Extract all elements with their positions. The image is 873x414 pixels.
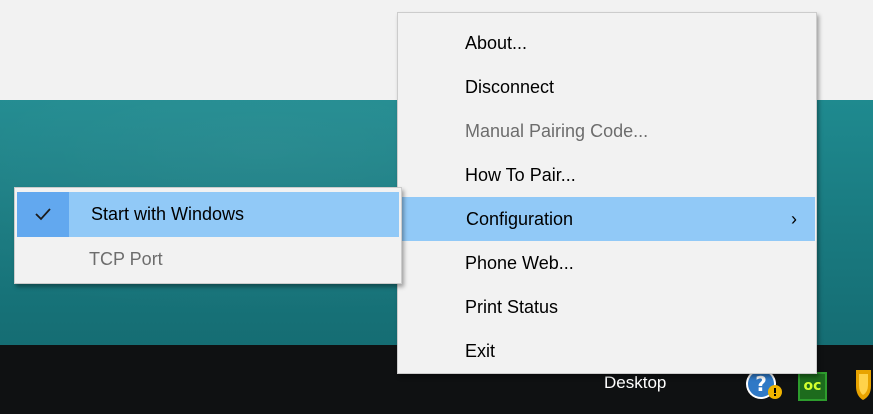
context-menu: About... Disconnect Manual Pairing Code.… xyxy=(397,12,817,374)
menu-item-label: Manual Pairing Code... xyxy=(465,121,649,141)
menu-item-exit[interactable]: Exit xyxy=(398,329,816,373)
menu-item-label: How To Pair... xyxy=(465,165,576,185)
menu-item-disconnect[interactable]: Disconnect xyxy=(398,65,816,109)
menu-item-how-to-pair[interactable]: How To Pair... xyxy=(398,153,816,197)
submenu-item-tcp-port: TCP Port xyxy=(15,237,401,282)
menu-item-label: Disconnect xyxy=(465,77,555,97)
screen: Desktop ? oc About... Disconnect Manual … xyxy=(0,0,873,414)
taskbar-desktop-label[interactable]: Desktop xyxy=(604,373,666,393)
menu-item-label: About... xyxy=(465,33,528,53)
oc-app-icon[interactable]: oc xyxy=(798,372,827,401)
shield-icon[interactable] xyxy=(854,366,873,402)
menu-item-phone-web[interactable]: Phone Web... xyxy=(398,241,816,285)
submenu-item-label: TCP Port xyxy=(89,249,163,269)
submenu-item-label: Start with Windows xyxy=(91,204,245,224)
chevron-right-icon: › xyxy=(791,209,797,229)
svg-text:?: ? xyxy=(755,372,767,396)
checkmark-icon xyxy=(17,192,69,237)
menu-item-print-status[interactable]: Print Status xyxy=(398,285,816,329)
menu-item-label: Configuration xyxy=(466,209,574,229)
menu-item-label: Phone Web... xyxy=(465,253,574,273)
menu-item-label: Print Status xyxy=(465,297,559,317)
menu-item-configuration[interactable]: Configuration › xyxy=(399,197,815,241)
configuration-submenu: Start with Windows TCP Port xyxy=(14,187,402,284)
submenu-item-start-with-windows[interactable]: Start with Windows xyxy=(17,192,399,237)
menu-item-manual-pairing-code: Manual Pairing Code... xyxy=(398,109,816,153)
menu-item-label: Exit xyxy=(465,341,496,361)
menu-item-about[interactable]: About... xyxy=(398,21,816,65)
